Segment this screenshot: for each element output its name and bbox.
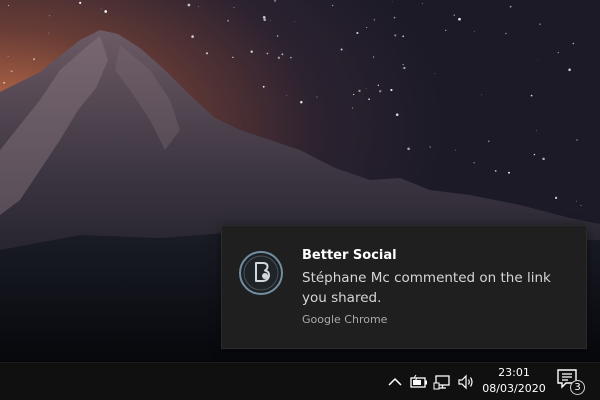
star [390, 88, 393, 92]
star [422, 2, 424, 4]
star [536, 130, 537, 132]
clock-date: 08/03/2020 [482, 382, 546, 395]
star [377, 84, 379, 86]
star [537, 60, 539, 62]
star [481, 94, 482, 96]
star [403, 66, 406, 70]
star [505, 32, 507, 35]
star [290, 56, 292, 59]
star [274, 0, 277, 2]
star [568, 68, 571, 72]
star [187, 3, 191, 7]
star [453, 14, 456, 17]
star [332, 4, 334, 7]
star [542, 157, 545, 161]
star [352, 107, 353, 109]
star [576, 200, 577, 202]
star [454, 149, 456, 151]
star [394, 34, 397, 37]
star [373, 19, 376, 21]
star [104, 10, 108, 13]
star [232, 56, 234, 59]
star [227, 19, 229, 22]
notification-source: Google Chrome [302, 313, 388, 326]
star [530, 94, 533, 97]
star [7, 4, 10, 6]
better-social-logo-icon [238, 250, 284, 296]
star [509, 5, 512, 8]
star [508, 171, 510, 174]
star [263, 18, 266, 22]
star [286, 95, 288, 96]
star [281, 53, 284, 56]
star [233, 6, 235, 8]
clock-time: 23:01 [498, 366, 530, 379]
star [407, 147, 410, 151]
volume-icon[interactable] [456, 372, 476, 392]
star [340, 48, 343, 51]
star [49, 15, 51, 17]
star [576, 139, 578, 141]
star [79, 1, 82, 5]
desktop-screen: Better Social Stéphane Mc commented on t… [0, 0, 600, 400]
battery-icon[interactable] [409, 372, 429, 392]
star [100, 8, 102, 9]
star [262, 16, 266, 19]
star [366, 26, 368, 28]
star [269, 20, 271, 22]
star [250, 50, 253, 53]
star [266, 52, 269, 55]
star [494, 170, 497, 172]
network-icon[interactable] [433, 372, 453, 392]
star [276, 35, 279, 37]
star [392, 1, 394, 3]
star [48, 32, 50, 34]
star [434, 73, 436, 74]
star [395, 113, 399, 116]
star [353, 93, 355, 96]
chevron-up-icon[interactable] [385, 372, 405, 392]
star [205, 52, 209, 55]
star [445, 29, 447, 31]
taskbar: 23:01 08/03/2020 3 [0, 362, 600, 400]
toast-notification[interactable]: Better Social Stéphane Mc commented on t… [222, 226, 586, 348]
star [429, 146, 431, 148]
star [572, 42, 575, 45]
star [473, 162, 475, 164]
star [533, 153, 536, 156]
star [393, 16, 396, 19]
star [487, 140, 490, 143]
star [473, 30, 475, 32]
star [316, 96, 318, 98]
star [7, 55, 9, 57]
star [10, 70, 13, 73]
star [368, 98, 370, 101]
notification-count-badge: 3 [570, 380, 585, 395]
star [198, 5, 199, 7]
star [554, 196, 558, 200]
star [191, 35, 194, 38]
star [356, 31, 359, 35]
star [358, 89, 361, 93]
star [539, 23, 541, 25]
notification-count: 3 [574, 382, 581, 393]
star [402, 35, 405, 38]
notification-message: Stéphane Mc commented on the link you sh… [302, 270, 551, 306]
taskbar-clock[interactable]: 23:01 08/03/2020 [478, 365, 550, 399]
star [262, 85, 265, 88]
action-center-button[interactable]: 3 [556, 368, 586, 396]
star [294, 21, 296, 22]
star [557, 51, 559, 54]
star [373, 56, 375, 58]
notification-app-name: Better Social [302, 248, 397, 263]
star [300, 100, 303, 104]
star [580, 204, 582, 207]
star [458, 17, 461, 21]
star [277, 56, 281, 59]
star [378, 89, 382, 93]
star [402, 64, 404, 66]
star [3, 81, 6, 84]
star [365, 88, 367, 89]
star [33, 58, 35, 60]
